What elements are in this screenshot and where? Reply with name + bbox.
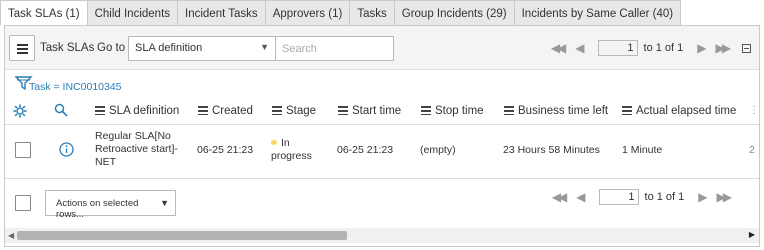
previous-page-icon[interactable]: ◀ [575,41,584,55]
column-menu-icon[interactable] [198,106,208,115]
hamburger-icon [17,44,28,46]
tab-group-incidents[interactable]: Group Incidents (29) [394,0,515,26]
last-page-icon[interactable]: ▶▶ [717,190,733,204]
column-header-stop-time[interactable]: Stop time [421,105,484,117]
cell-cut-off: 2 [749,144,755,156]
list-context-menu-button[interactable] [9,35,35,61]
column-menu-icon[interactable] [95,106,105,115]
tab-tasks[interactable]: Tasks [350,0,395,26]
caret-down-icon: ▼ [260,42,269,52]
list-toolbar: Task SLAs Go to SLA definition ▼ Search … [5,26,759,70]
tab-child-incidents[interactable]: Child Incidents [87,0,179,26]
page-range-text: to 1 of 1 [644,191,685,203]
horizontal-scrollbar[interactable]: ◀ ▶ [5,228,759,243]
goto-field-select[interactable]: SLA definition ▼ [128,36,276,61]
next-page-icon[interactable]: ▶ [697,41,706,55]
column-header-business-time-left[interactable]: Business time left [504,105,608,117]
column-header-start-time[interactable]: Start time [338,105,401,117]
info-icon[interactable] [59,142,74,157]
table-header: SLA definition Created Stage Start time … [5,99,759,125]
tab-incident-tasks[interactable]: Incident Tasks [178,0,266,26]
tab-task-slas[interactable]: Task SLAs (1) [0,0,88,26]
previous-page-icon[interactable]: ◀ [576,190,585,204]
column-header-stage[interactable]: Stage [272,105,316,117]
pagination-top: ◀◀ ◀ 1 to 1 of 1 ▶ ▶▶ [545,38,751,58]
column-header-actual-elapsed-time[interactable]: Actual elapsed time [622,105,736,117]
cell-created: 06-25 21:23 [197,144,254,156]
related-list-panel: Task SLAs Go to SLA definition ▼ Search … [4,25,760,247]
search-input[interactable]: Search [275,36,394,61]
scrollbar-thumb[interactable] [17,231,347,240]
goto-label: Go to [97,42,126,54]
first-page-icon[interactable]: ◀◀ [551,41,567,55]
row-select-checkbox[interactable] [15,142,31,158]
gear-icon[interactable] [13,104,27,118]
search-icon[interactable] [54,103,68,117]
stage-status-dot [271,140,277,145]
column-menu-icon[interactable] [421,106,431,115]
page-number-input[interactable]: 1 [597,40,638,56]
related-list-tabs: Task SLAs (1) Child Incidents Incident T… [0,0,682,26]
cell-stage: In progress [271,137,312,162]
column-menu-icon[interactable] [272,106,282,115]
first-page-icon[interactable]: ◀◀ [552,190,568,204]
select-all-checkbox[interactable] [15,195,31,211]
column-menu-icon[interactable] [338,106,348,115]
actions-select[interactable]: Actions on selected rows... ▼ [45,190,176,220]
tab-approvers[interactable]: Approvers (1) [265,0,351,26]
cell-stop-time: (empty) [420,144,456,156]
column-header-sla-definition[interactable]: SLA definition [95,105,179,117]
column-overflow-marker: ⋮ [749,105,759,116]
scroll-left-icon[interactable]: ◀ [8,231,14,240]
tab-incidents-same-caller[interactable]: Incidents by Same Caller (40) [514,0,682,26]
caret-down-icon: ▼ [160,198,169,208]
list-title: Task SLAs [40,42,95,54]
last-page-icon[interactable]: ▶▶ [716,41,732,55]
cell-actual-elapsed-time: 1 Minute [622,144,663,156]
collapse-list-icon[interactable] [742,43,751,53]
page-range-text: to 1 of 1 [643,42,684,54]
pagination-bottom: ◀◀ ◀ 1 to 1 of 1 ▶ ▶▶ [546,187,735,207]
page-number-input[interactable]: 1 [598,189,639,205]
scroll-right-icon[interactable]: ▶ [749,230,755,239]
column-header-created[interactable]: Created [198,105,253,117]
table-row: Regular SLA[No Retroactive start]- NET 0… [5,125,759,179]
column-menu-icon[interactable] [622,106,632,115]
column-menu-icon[interactable] [504,106,514,115]
cell-start-time: 06-25 21:23 [337,144,394,156]
next-page-icon[interactable]: ▶ [698,190,707,204]
filter-breadcrumb[interactable]: Task = INC0010345 [29,81,122,93]
cell-sla-definition[interactable]: Regular SLA[No Retroactive start]- NET [95,130,178,169]
cell-business-time-left: 23 Hours 58 Minutes [503,144,600,156]
goto-field-value: SLA definition [135,42,203,54]
actions-select-label: Actions on selected rows... [56,198,139,220]
